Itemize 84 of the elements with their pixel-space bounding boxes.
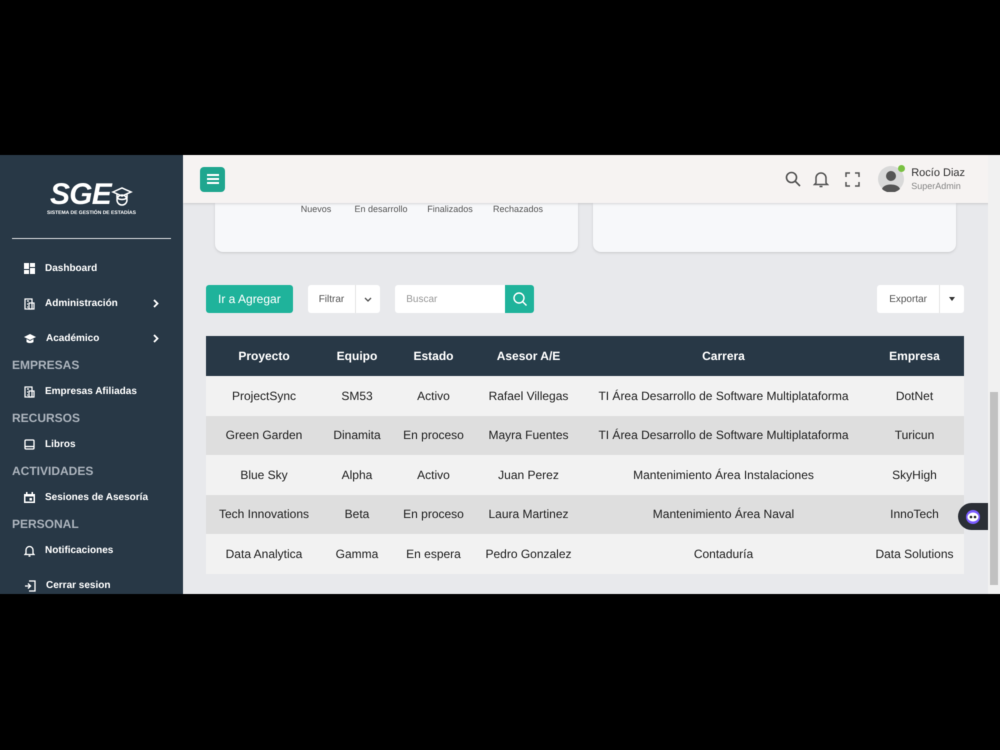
logo-title: SGE [50, 180, 112, 210]
table-cell: Beta [322, 494, 392, 534]
table-cell: TI Área Desarrollo de Software Multiplataforma [582, 416, 865, 455]
table-cell: Dinamita [322, 416, 392, 455]
table-cell: Data Solutions [865, 534, 964, 574]
search-field[interactable]: Buscar [395, 285, 506, 313]
stat-label: Rechazados [492, 203, 544, 215]
building-icon [24, 386, 35, 398]
column-header: Empresa [865, 336, 964, 376]
user-name: Rocío Diaz [911, 166, 965, 180]
sidebar-item[interactable]: Notificaciones [0, 533, 183, 568]
stat-label: Nuevos [300, 203, 332, 215]
column-header: Equipo [322, 336, 392, 376]
table-cell: Turicun [865, 416, 964, 455]
table-cell: En espera [392, 534, 475, 574]
sidebar-item[interactable]: Empresas Afiliadas [0, 374, 183, 409]
stat-label: Finalizados [426, 203, 474, 215]
table-cell: Pedro Gonzalez [475, 534, 582, 574]
table-cell: Blue Sky [206, 455, 322, 494]
table-cell: Tech Innovations [206, 494, 322, 534]
sidebar-item[interactable]: Dashboard [0, 251, 183, 286]
filter-dropdown[interactable]: Filtrar [308, 285, 380, 313]
grid-icon [24, 263, 35, 274]
graduation-cap-icon [24, 334, 36, 344]
table-cell: Data Analytica [206, 534, 322, 574]
table-cell: SM53 [322, 376, 392, 416]
sidebar-section-title: ACTIVIDADES [11, 463, 94, 480]
chat-bubble[interactable] [958, 503, 988, 530]
scrollbar-thumb[interactable] [990, 392, 998, 585]
table-cell: Juan Perez [475, 455, 582, 494]
table-cell: Alpha [322, 455, 392, 494]
table-cell: Mantenimiento Área Instalaciones [582, 455, 865, 494]
table-cell: Mantenimiento Área Naval [582, 494, 865, 534]
book-icon [24, 439, 35, 450]
column-header: Estado [392, 336, 475, 376]
fullscreen-icon[interactable] [845, 172, 860, 186]
user-role: SuperAdmin [911, 180, 962, 192]
bell-icon [24, 544, 35, 556]
menu-button[interactable] [200, 166, 225, 192]
logout-icon [24, 580, 36, 592]
sidebar-section-title: EMPRESAS [11, 357, 80, 374]
scrollbar[interactable] [988, 155, 1000, 594]
table-cell: TI Área Desarrollo de Software Multiplataforma [582, 376, 865, 416]
table-cell: Gamma [322, 534, 392, 574]
caret-down-icon [949, 297, 955, 301]
search-button[interactable] [505, 285, 534, 313]
table-cell: DotNet [865, 376, 964, 416]
avatar[interactable] [878, 166, 904, 192]
table-cell: Contaduría [582, 534, 865, 574]
column-header: Asesor A/E [475, 336, 582, 376]
sidebar-section-title: RECURSOS [11, 410, 82, 427]
chevron-down-icon [364, 296, 372, 302]
filter-label: Filtrar [308, 285, 356, 313]
sidebar-section-title: PERSONAL [11, 516, 80, 533]
calendar-icon [24, 492, 35, 503]
table-cell: Activo [392, 455, 475, 494]
column-header: Carrera [582, 336, 865, 376]
bell-icon[interactable] [813, 170, 830, 188]
search-icon [512, 292, 527, 306]
table-cell: En proceso [392, 494, 475, 534]
chevron-right-icon [153, 299, 159, 308]
table-cell: SkyHigh [865, 455, 964, 494]
sidebar-item[interactable]: Académico [0, 321, 183, 356]
logout-link[interactable]: Cerrar sesion [0, 568, 183, 594]
menu-icon [206, 174, 218, 184]
export-dropdown[interactable]: Exportar [877, 285, 964, 313]
table-cell: Rafael Villegas [475, 376, 582, 416]
chevron-right-icon [153, 334, 159, 343]
table-cell: En proceso [392, 416, 475, 455]
search-icon[interactable] [785, 171, 802, 187]
export-label: Exportar [877, 285, 940, 313]
table-cell: InnoTech [865, 494, 964, 534]
table-cell: Mayra Fuentes [475, 416, 582, 455]
table-cell: Laura Martinez [475, 494, 582, 534]
column-header: Proyecto [206, 336, 322, 376]
sidebar-item[interactable]: Administración [0, 286, 183, 321]
table-cell: Green Garden [206, 416, 322, 455]
table-cell: ProjectSync [206, 376, 322, 416]
sidebar-item[interactable]: Libros [0, 427, 183, 462]
sidebar-item[interactable]: Sesiones de Asesoría [0, 480, 183, 515]
stat-label: En desarrollo [353, 203, 409, 215]
table-cell: Activo [392, 376, 475, 416]
building-icon [24, 298, 35, 310]
robot-icon [965, 510, 981, 524]
